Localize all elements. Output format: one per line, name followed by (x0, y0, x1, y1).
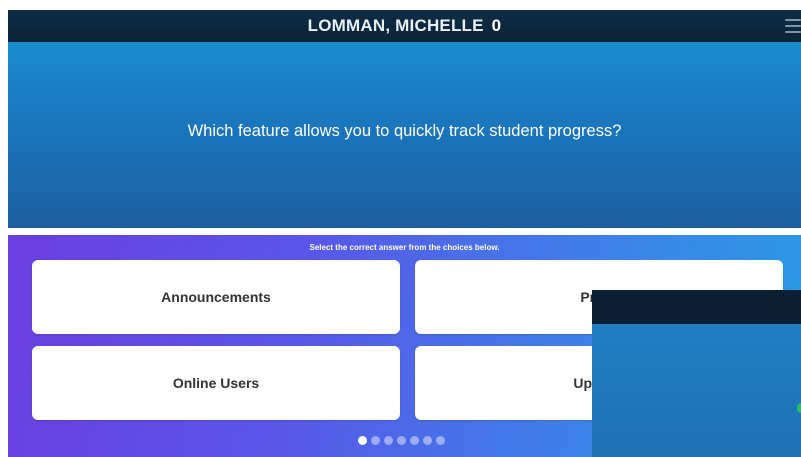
pagination-dot[interactable] (423, 436, 432, 445)
question-text: Which feature allows you to quickly trac… (187, 121, 622, 140)
pagination-dot[interactable] (371, 436, 380, 445)
pagination-dot[interactable] (358, 436, 367, 445)
pagination-dot[interactable] (436, 436, 445, 445)
player-name: LOMMAN, MICHELLE (307, 16, 484, 35)
answer-instruction: Select the correct answer from the choic… (309, 243, 500, 252)
pagination-dot[interactable] (410, 436, 419, 445)
answer-choice-label: Announcements (161, 289, 271, 305)
timer-bar (8, 228, 768, 235)
pagination-dots (358, 436, 445, 445)
quiz-screen: LOMMAN, MICHELLE 0 Which feature allows … (0, 0, 801, 457)
answer-choice-1[interactable]: Announcements (32, 260, 400, 334)
answer-choice-label: Online Users (172, 375, 260, 391)
overlay-window[interactable] (592, 290, 801, 457)
answer-choice-3[interactable]: Online Users (32, 346, 400, 420)
question-panel: Which feature allows you to quickly trac… (8, 42, 801, 228)
overlay-window-titlebar[interactable] (592, 290, 801, 324)
header-bar: LOMMAN, MICHELLE 0 (8, 10, 801, 42)
status-indicator-icon (797, 403, 801, 413)
pagination-dot[interactable] (384, 436, 393, 445)
pagination-dot[interactable] (397, 436, 406, 445)
score: 0 (491, 16, 502, 35)
hamburger-menu-icon[interactable] (785, 19, 801, 33)
